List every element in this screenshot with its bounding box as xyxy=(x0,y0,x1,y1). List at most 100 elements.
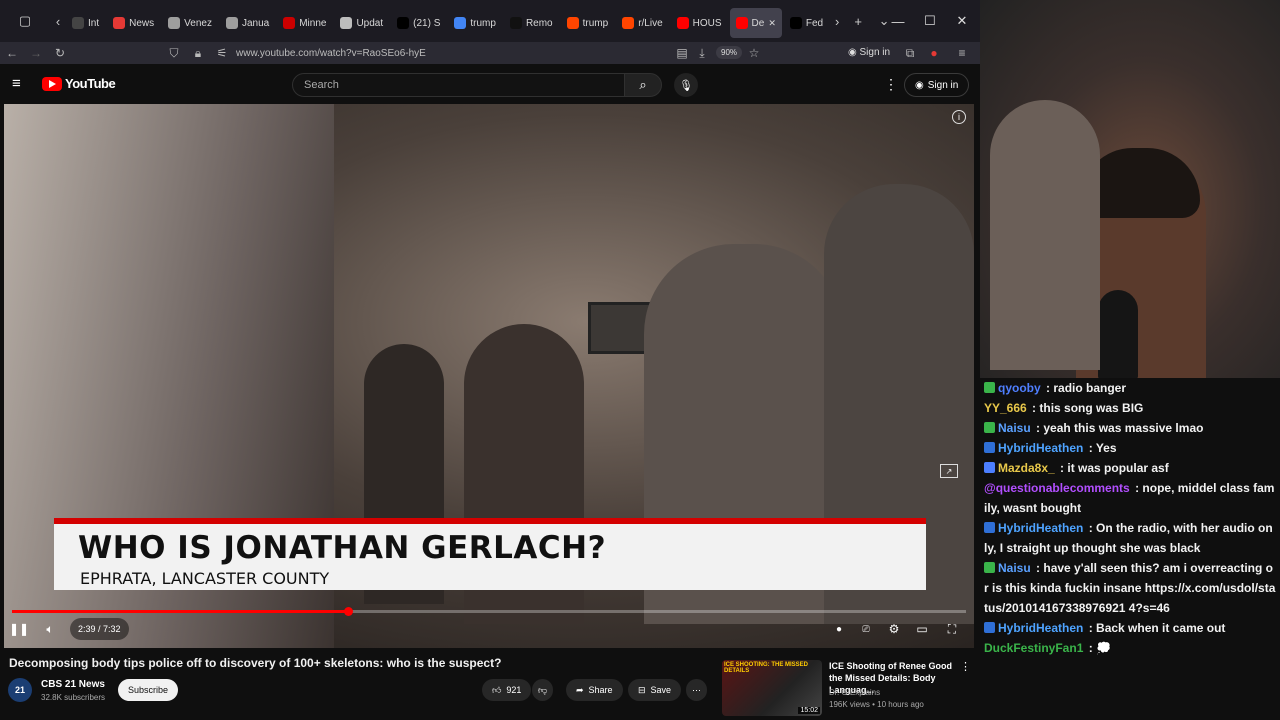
chat-message: HybridHeathen : On the radio, with her a… xyxy=(984,518,1276,558)
info-icon[interactable]: i xyxy=(952,110,966,124)
chat-badge-icon xyxy=(984,442,995,453)
more-actions-button[interactable]: ⋯ xyxy=(686,679,707,701)
tab-scroll-left-icon[interactable]: ‹ xyxy=(50,6,66,36)
permissions-icon[interactable]: ⚟ xyxy=(210,42,234,64)
tab-list-icon[interactable]: ▢ xyxy=(0,6,50,36)
browser-tab[interactable]: Remo xyxy=(504,8,559,38)
close-tab-icon[interactable]: ✕ xyxy=(768,18,776,29)
microphone-icon: 🎙︎ xyxy=(679,79,693,92)
tab-favicon-icon xyxy=(283,17,296,29)
chat-badge-icon xyxy=(984,382,995,393)
shield-icon[interactable]: ⛉ xyxy=(162,42,186,64)
save-button[interactable]: ⊟ Save xyxy=(628,679,682,701)
search-input[interactable]: Search xyxy=(292,73,626,97)
browser-tab[interactable]: trump xyxy=(561,8,615,38)
recommended-channel[interactable]: Dr. G Explains xyxy=(829,688,880,697)
chat-text: radio banger xyxy=(1053,381,1127,395)
forward-button[interactable]: → xyxy=(24,42,48,64)
tab-scroll-right-icon[interactable]: › xyxy=(829,6,845,36)
chat-username[interactable]: HybridHeathen xyxy=(998,441,1083,455)
browser-window: ▢ ‹ Int News Venez Janua Minne Updat (21) S tru… xyxy=(0,0,980,720)
account-sign-in[interactable]: ◉ Sign in xyxy=(848,47,890,58)
theater-mode-icon[interactable]: ▭ xyxy=(912,618,932,640)
youtube-sign-in-button[interactable]: ◉ Sign in xyxy=(904,73,970,97)
chat-badge-icon xyxy=(984,522,995,533)
browser-tab[interactable]: r/Live xyxy=(616,8,668,38)
reload-button[interactable]: ↻ xyxy=(48,42,72,64)
recommended-thumbnail[interactable]: ICE SHOOTING: THE MISSED DETAILS 15:02 xyxy=(722,660,822,716)
settings-gear-icon[interactable]: ⚙ xyxy=(884,618,904,640)
chat-username[interactable]: qyooby xyxy=(998,381,1041,395)
miniplayer-overlay-icon[interactable]: ↗ xyxy=(940,464,958,478)
zoom-level[interactable]: 90% xyxy=(716,46,743,59)
like-button[interactable]: 👍︎ 921 xyxy=(482,679,532,701)
browser-tab[interactable]: News xyxy=(107,8,160,38)
back-button[interactable]: ← xyxy=(0,42,24,64)
lock-icon[interactable]: 🔒︎ xyxy=(186,42,210,64)
extensions-icon[interactable]: ⧉ xyxy=(898,42,922,64)
chat-separator: : xyxy=(1085,621,1097,635)
share-icon: ➦ xyxy=(576,684,584,695)
time-display-text: 2:39 / 7:32 xyxy=(78,624,121,634)
progress-fill xyxy=(12,610,348,613)
settings-dots-icon[interactable]: ⋮ xyxy=(884,76,898,93)
hamburger-menu-icon[interactable]: ≡ xyxy=(12,75,21,92)
tab-label: r/Live xyxy=(638,17,663,29)
volume-icon[interactable]: 🔈︎ xyxy=(40,618,60,640)
browser-tab[interactable]: Updat xyxy=(334,8,389,38)
subscribe-button[interactable]: Subscribe xyxy=(118,679,179,701)
new-tab-button[interactable]: + xyxy=(845,6,871,36)
channel-avatar[interactable]: 21 xyxy=(8,678,32,702)
fullscreen-icon[interactable]: ⛶ xyxy=(942,618,962,640)
pause-button[interactable]: ❚❚ xyxy=(9,618,29,640)
browser-tab[interactable]: Fed xyxy=(784,8,829,38)
browser-tab[interactable]: Minne xyxy=(277,8,332,38)
voice-search-button[interactable]: 🎙︎ xyxy=(674,73,698,97)
menu-icon[interactable]: ≡ xyxy=(950,42,974,64)
chat-username[interactable]: HybridHeathen xyxy=(998,521,1083,535)
browser-tab[interactable]: Int xyxy=(66,8,105,38)
chat-username[interactable]: Mazda8x_ xyxy=(998,461,1055,475)
youtube-logo[interactable]: YouTube xyxy=(42,76,116,91)
download-icon[interactable]: ⤓ xyxy=(690,42,714,64)
addon-icon[interactable]: ● xyxy=(922,42,946,64)
close-window-button[interactable]: ✕ xyxy=(946,0,978,42)
bookmark-star-icon[interactable]: ☆ xyxy=(742,42,766,64)
browser-tab[interactable]: De ✕ xyxy=(729,8,782,38)
recommended-duration: 15:02 xyxy=(798,707,820,714)
scrubber-handle[interactable] xyxy=(343,607,353,616)
tab-bar: ▢ ‹ Int News Venez Janua Minne Updat (21) S tru… xyxy=(0,0,980,42)
dislike-button[interactable]: 👎︎ xyxy=(532,679,554,701)
user-icon: ◉ xyxy=(915,79,924,91)
browser-tab[interactable]: (21) S xyxy=(391,8,446,38)
tab-label: Int xyxy=(88,17,100,29)
chat-username[interactable]: @questionablecomments xyxy=(984,481,1130,495)
channel-name[interactable]: CBS 21 News xyxy=(41,679,105,690)
chat-message: qyooby : radio banger xyxy=(984,378,1276,398)
minimize-button[interactable]: — xyxy=(882,0,914,42)
chat-username[interactable]: HybridHeathen xyxy=(998,621,1083,635)
search-button[interactable]: ⌕ xyxy=(624,73,662,97)
youtube-play-icon xyxy=(42,76,62,91)
browser-tab[interactable]: Janua xyxy=(220,8,275,38)
browser-tab[interactable]: trump xyxy=(448,8,502,38)
browser-tab[interactable]: HOUS xyxy=(671,8,728,38)
bookmark-icon: ⊟ xyxy=(638,684,646,695)
chat-username[interactable]: DuckFestinyFan1 xyxy=(984,641,1083,655)
share-button[interactable]: ➦ Share xyxy=(566,679,623,701)
stream-overlay: qyooby : radio banger YY_666 : this song … xyxy=(980,0,1280,720)
chat-username[interactable]: YY_666 xyxy=(984,401,1027,415)
tab-favicon-icon xyxy=(509,17,522,29)
maximize-button[interactable]: ☐ xyxy=(914,0,946,42)
recommended-more-icon[interactable]: ⋮ xyxy=(960,660,971,673)
url-field[interactable]: www.youtube.com/watch?v=RaoSEo6-hyE xyxy=(236,48,426,59)
autoplay-toggle-icon[interactable]: ● xyxy=(830,618,848,640)
chat-message: DuckFestinyFan1 : 💭 xyxy=(984,638,1276,658)
chat-username[interactable]: Naisu xyxy=(998,561,1031,575)
captions-icon[interactable]: ⎚ xyxy=(856,618,876,640)
chat-username[interactable]: Naisu xyxy=(998,421,1031,435)
lower-third-title: WHO IS JONATHAN GERLACH? xyxy=(78,530,607,566)
progress-bar[interactable] xyxy=(12,607,966,616)
video-player[interactable]: i ↗ WHO IS JONATHAN GERLACH? EPHRATA, LA… xyxy=(4,104,974,648)
browser-tab[interactable]: Venez xyxy=(162,8,218,38)
